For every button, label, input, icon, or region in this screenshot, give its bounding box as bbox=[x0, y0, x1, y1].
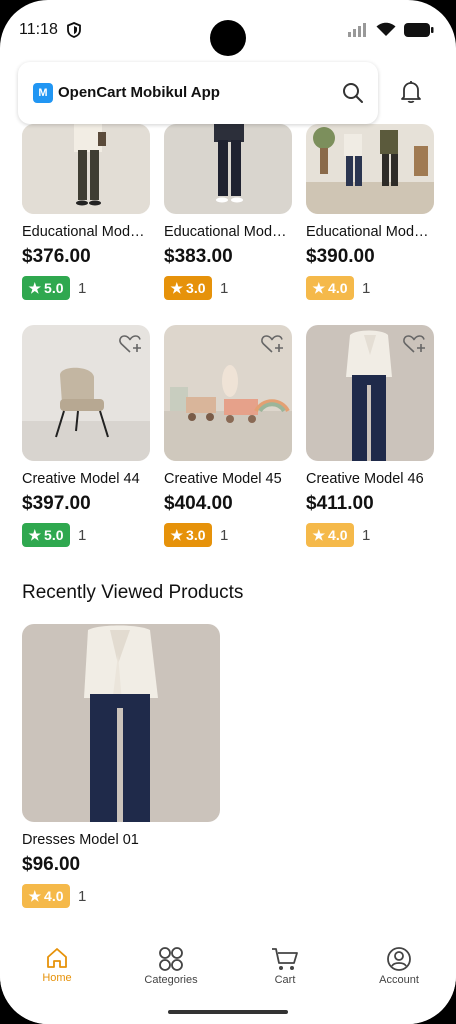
product-card[interactable]: Creative Model 44 $397.00 ★ 5.0 1 bbox=[22, 325, 150, 547]
phone-screen: 11:18 M OpenCart Mobikul App Educational… bbox=[0, 0, 456, 1024]
rating-value: 3.0 bbox=[186, 280, 206, 296]
nav-label: Account bbox=[379, 974, 419, 986]
rating-value: 4.0 bbox=[44, 888, 64, 904]
star-icon: ★ bbox=[28, 279, 42, 296]
nav-label: Cart bbox=[274, 974, 296, 986]
home-icon bbox=[47, 948, 67, 968]
product-image bbox=[306, 124, 434, 214]
section-title-recent: Recently Viewed Products bbox=[22, 582, 244, 603]
home-indicator[interactable] bbox=[168, 1010, 288, 1014]
rating-count: 1 bbox=[78, 887, 87, 905]
rating-count: 1 bbox=[78, 279, 87, 297]
product-feed[interactable]: Educational Mod… $376.00 ★ 5.0 1 Educati… bbox=[0, 124, 456, 934]
star-icon: ★ bbox=[28, 887, 42, 904]
wishlist-heart-icon[interactable] bbox=[260, 333, 284, 355]
recent-product-card[interactable]: Dresses Model 01 $96.00 ★ 4.0 1 bbox=[22, 624, 220, 908]
product-name: Creative Model 46 bbox=[306, 471, 424, 487]
nav-label: Categories bbox=[144, 974, 198, 986]
rating-badge: ★ 3.0 bbox=[164, 523, 212, 547]
nav-label: Home bbox=[42, 972, 72, 984]
rating-count: 1 bbox=[362, 526, 371, 544]
wishlist-heart-icon[interactable] bbox=[118, 333, 142, 355]
rating-count: 1 bbox=[220, 526, 229, 544]
signal-icon bbox=[348, 22, 366, 37]
product-price: $96.00 bbox=[22, 854, 81, 875]
rating-badge: ★ 5.0 bbox=[22, 276, 70, 300]
product-image bbox=[22, 325, 150, 461]
rating-value: 5.0 bbox=[44, 527, 64, 543]
categories-icon bbox=[159, 947, 183, 971]
product-card[interactable]: Creative Model 46 $411.00 ★ 4.0 1 bbox=[306, 325, 434, 547]
nav-cart[interactable]: Cart bbox=[245, 946, 325, 986]
wifi-icon bbox=[376, 22, 396, 36]
wishlist-heart-icon[interactable] bbox=[402, 333, 426, 355]
rating-badge: ★ 3.0 bbox=[164, 276, 212, 300]
rating-count: 1 bbox=[362, 279, 371, 297]
product-name: Dresses Model 01 bbox=[22, 832, 139, 848]
bottom-navigation: Home Categories Cart Account bbox=[0, 934, 456, 1024]
product-price: $397.00 bbox=[22, 493, 91, 514]
product-price: $390.00 bbox=[306, 246, 375, 267]
search-icon[interactable] bbox=[342, 82, 364, 104]
star-icon: ★ bbox=[170, 279, 184, 296]
rating-row: ★ 3.0 1 bbox=[164, 523, 292, 547]
product-name: Educational Mod… bbox=[164, 224, 287, 240]
rating-row: ★ 5.0 1 bbox=[22, 276, 150, 300]
search-bar[interactable]: M OpenCart Mobikul App bbox=[18, 62, 378, 124]
product-price: $411.00 bbox=[306, 493, 374, 514]
product-price: $404.00 bbox=[164, 493, 233, 514]
product-price: $383.00 bbox=[164, 246, 233, 267]
rating-value: 3.0 bbox=[186, 527, 206, 543]
nav-categories[interactable]: Categories bbox=[131, 946, 211, 986]
system-icons bbox=[348, 22, 434, 37]
product-name: Creative Model 45 bbox=[164, 471, 282, 487]
rating-row: ★ 3.0 1 bbox=[164, 276, 292, 300]
product-image bbox=[164, 325, 292, 461]
front-camera bbox=[210, 20, 246, 56]
rating-row: ★ 4.0 1 bbox=[306, 276, 434, 300]
rating-count: 1 bbox=[220, 279, 229, 297]
nav-home[interactable]: Home bbox=[17, 946, 97, 984]
product-card[interactable]: Educational Mod… $376.00 ★ 5.0 1 bbox=[22, 124, 150, 300]
app-title: OpenCart Mobikul App bbox=[58, 84, 220, 101]
status-time: 11:18 bbox=[19, 21, 58, 38]
product-row: Creative Model 44 $397.00 ★ 5.0 1 Creati… bbox=[22, 325, 434, 547]
rating-badge: ★ 4.0 bbox=[22, 884, 70, 908]
product-name: Educational Mod… bbox=[306, 224, 429, 240]
star-icon: ★ bbox=[28, 526, 42, 543]
rating-badge: ★ 5.0 bbox=[22, 523, 70, 547]
rating-badge: ★ 4.0 bbox=[306, 523, 354, 547]
rating-value: 4.0 bbox=[328, 527, 348, 543]
star-icon: ★ bbox=[312, 279, 326, 296]
product-name: Educational Mod… bbox=[22, 224, 145, 240]
rating-row: ★ 4.0 1 bbox=[306, 523, 434, 547]
bell-icon[interactable] bbox=[398, 79, 424, 105]
product-image bbox=[22, 124, 150, 214]
star-icon: ★ bbox=[170, 526, 184, 543]
shield-icon bbox=[67, 22, 81, 38]
product-image bbox=[306, 325, 434, 461]
battery-icon bbox=[404, 22, 434, 37]
rating-value: 4.0 bbox=[328, 280, 348, 296]
product-row: Educational Mod… $376.00 ★ 5.0 1 Educati… bbox=[22, 124, 434, 300]
cart-icon bbox=[272, 948, 298, 970]
product-image bbox=[164, 124, 292, 214]
status-bar: 11:18 bbox=[0, 0, 456, 58]
product-card[interactable]: Educational Mod… $383.00 ★ 3.0 1 bbox=[164, 124, 292, 300]
rating-badge: ★ 4.0 bbox=[306, 276, 354, 300]
rating-row: ★ 5.0 1 bbox=[22, 523, 150, 547]
product-name: Creative Model 44 bbox=[22, 471, 140, 487]
product-card[interactable]: Creative Model 45 $404.00 ★ 3.0 1 bbox=[164, 325, 292, 547]
nav-account[interactable]: Account bbox=[359, 946, 439, 986]
rating-row: ★ 4.0 1 bbox=[22, 884, 220, 908]
account-icon bbox=[387, 947, 411, 971]
rating-value: 5.0 bbox=[44, 280, 64, 296]
product-price: $376.00 bbox=[22, 246, 91, 267]
star-icon: ★ bbox=[312, 526, 326, 543]
rating-count: 1 bbox=[78, 526, 87, 544]
product-image bbox=[22, 624, 220, 822]
product-card[interactable]: Educational Mod… $390.00 ★ 4.0 1 bbox=[306, 124, 434, 300]
app-logo: M bbox=[33, 83, 53, 103]
